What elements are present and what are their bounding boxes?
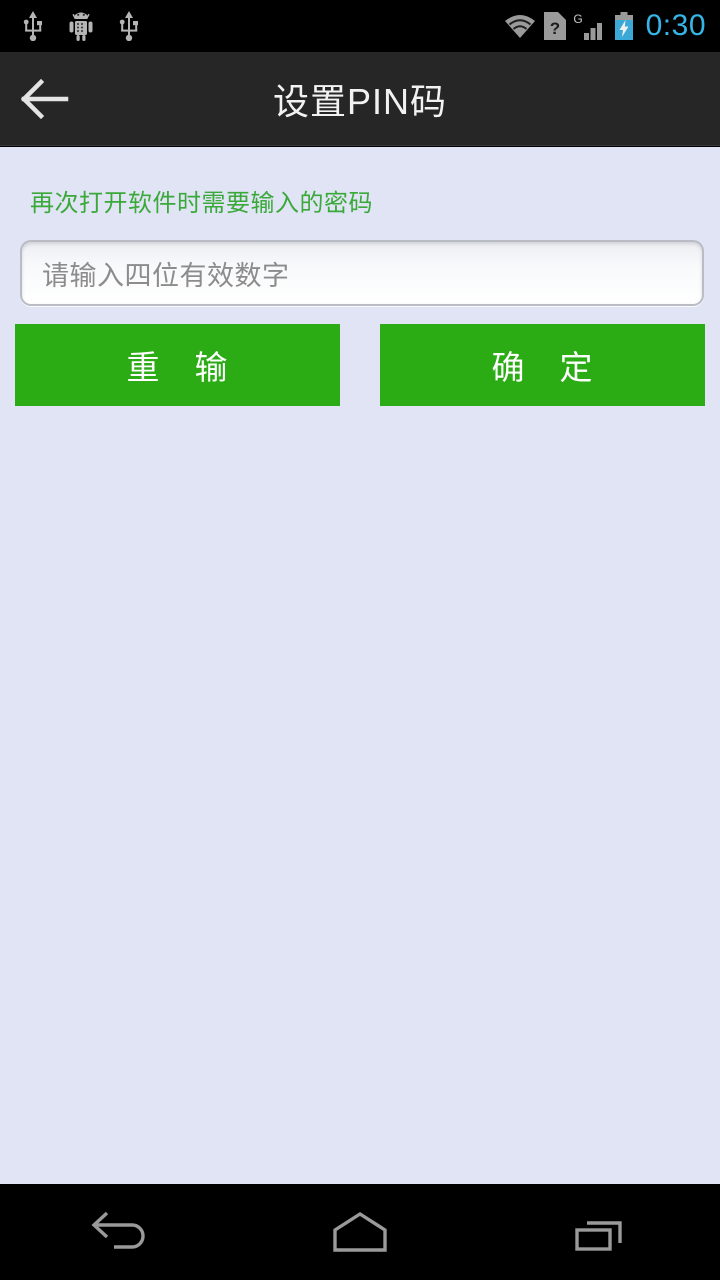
sim-unknown-icon: ? bbox=[543, 12, 566, 40]
status-bar-left-icons bbox=[0, 11, 140, 41]
confirm-button[interactable]: 确 定 bbox=[380, 324, 705, 406]
back-button[interactable] bbox=[0, 52, 88, 146]
pin-hint-label: 再次打开软件时需要输入的密码 bbox=[30, 190, 373, 217]
nav-home-button[interactable] bbox=[285, 1184, 435, 1280]
svg-text:G: G bbox=[573, 12, 582, 26]
phone-screen: ? G 0:30 设置PIN码 再次打开软件时需要输入的密码 请输入四位有效数字… bbox=[0, 0, 720, 1280]
usb-icon bbox=[23, 11, 42, 41]
main-content: 再次打开软件时需要输入的密码 请输入四位有效数字 重 输 确 定 bbox=[0, 147, 720, 1184]
reset-button[interactable]: 重 输 bbox=[15, 324, 340, 406]
action-button-row: 重 输 确 定 bbox=[0, 324, 720, 406]
recents-nav-icon bbox=[575, 1221, 622, 1251]
pin-input-placeholder: 请输入四位有效数字 bbox=[42, 260, 290, 291]
navigation-bar bbox=[0, 1184, 720, 1280]
status-bar-right-icons: ? G 0:30 bbox=[503, 11, 720, 41]
pin-input[interactable]: 请输入四位有效数字 bbox=[20, 240, 704, 306]
nav-back-button[interactable] bbox=[45, 1184, 195, 1280]
g-signal-icon: G bbox=[573, 12, 602, 40]
wifi-icon bbox=[504, 15, 535, 38]
back-arrow-icon bbox=[20, 78, 69, 119]
status-bar-clock: 0:30 bbox=[645, 9, 706, 42]
usb-icon bbox=[119, 11, 138, 41]
title-bar: 设置PIN码 bbox=[0, 52, 720, 146]
battery-charging-icon bbox=[614, 12, 633, 40]
back-nav-icon bbox=[91, 1211, 145, 1249]
nav-recents-button[interactable] bbox=[525, 1184, 675, 1280]
status-bar: ? G 0:30 bbox=[0, 0, 720, 52]
home-nav-icon bbox=[333, 1211, 387, 1252]
svg-text:?: ? bbox=[549, 19, 559, 38]
android-debug-icon bbox=[69, 12, 93, 41]
page-title: 设置PIN码 bbox=[272, 81, 447, 122]
